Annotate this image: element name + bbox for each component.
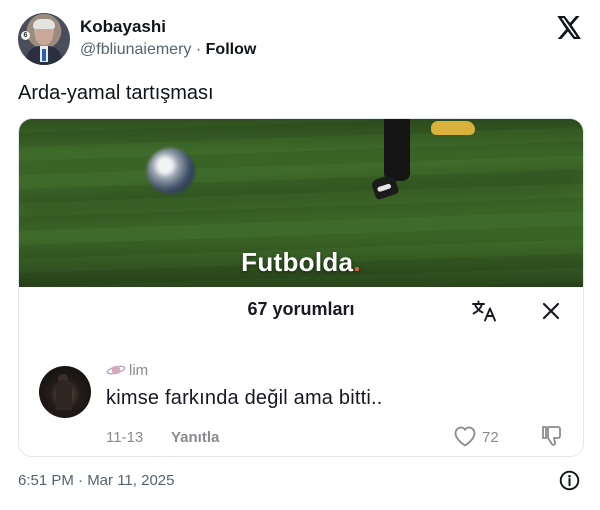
comment-text: kimse farkında değil ama bitti..: [106, 387, 383, 409]
heart-icon[interactable]: [453, 425, 477, 447]
like-count: 72: [482, 429, 499, 446]
comment-date: 11-13: [106, 429, 144, 446]
player-boot-yellow: [431, 121, 475, 135]
reply-button[interactable]: Yanıtla: [171, 429, 219, 446]
video-caption-accent: .: [353, 247, 361, 277]
follow-button[interactable]: Follow: [206, 41, 257, 58]
commenter-username-row[interactable]: lim: [106, 362, 148, 379]
author-handle-row: @fbliunaiemery · Follow: [80, 41, 256, 59]
info-icon[interactable]: [559, 470, 580, 491]
comments-sheet: 67 yorumları lim kimse farkında değil am…: [19, 287, 583, 456]
tweet-media[interactable]: Futbolda. 67 yorumları lim kimse farkınd…: [18, 118, 584, 457]
author-name[interactable]: Kobayashi: [80, 17, 166, 37]
tweet-text: Arda-yamal tartışması: [18, 82, 214, 104]
author-handle[interactable]: @fbliunaiemery: [80, 41, 191, 58]
tweet-timestamp[interactable]: 6:51 PM · Mar 11, 2025: [18, 472, 174, 489]
comments-header: 67 yorumları: [247, 299, 355, 319]
football: [147, 148, 195, 194]
close-icon[interactable]: [542, 302, 560, 320]
player-leg: [384, 119, 410, 181]
planet-icon: [106, 365, 126, 375]
separator-dot: ·: [195, 41, 202, 58]
video-frame: Futbolda.: [19, 119, 583, 287]
author-avatar[interactable]: 6: [18, 13, 70, 65]
x-logo-icon[interactable]: [557, 16, 582, 39]
commenter-avatar[interactable]: [39, 366, 91, 418]
dislike-icon[interactable]: [540, 424, 564, 448]
translate-icon[interactable]: [472, 300, 498, 322]
commenter-username[interactable]: lim: [129, 362, 148, 379]
video-caption: Futbolda.: [19, 247, 583, 278]
video-caption-text: Futbolda: [241, 247, 354, 277]
